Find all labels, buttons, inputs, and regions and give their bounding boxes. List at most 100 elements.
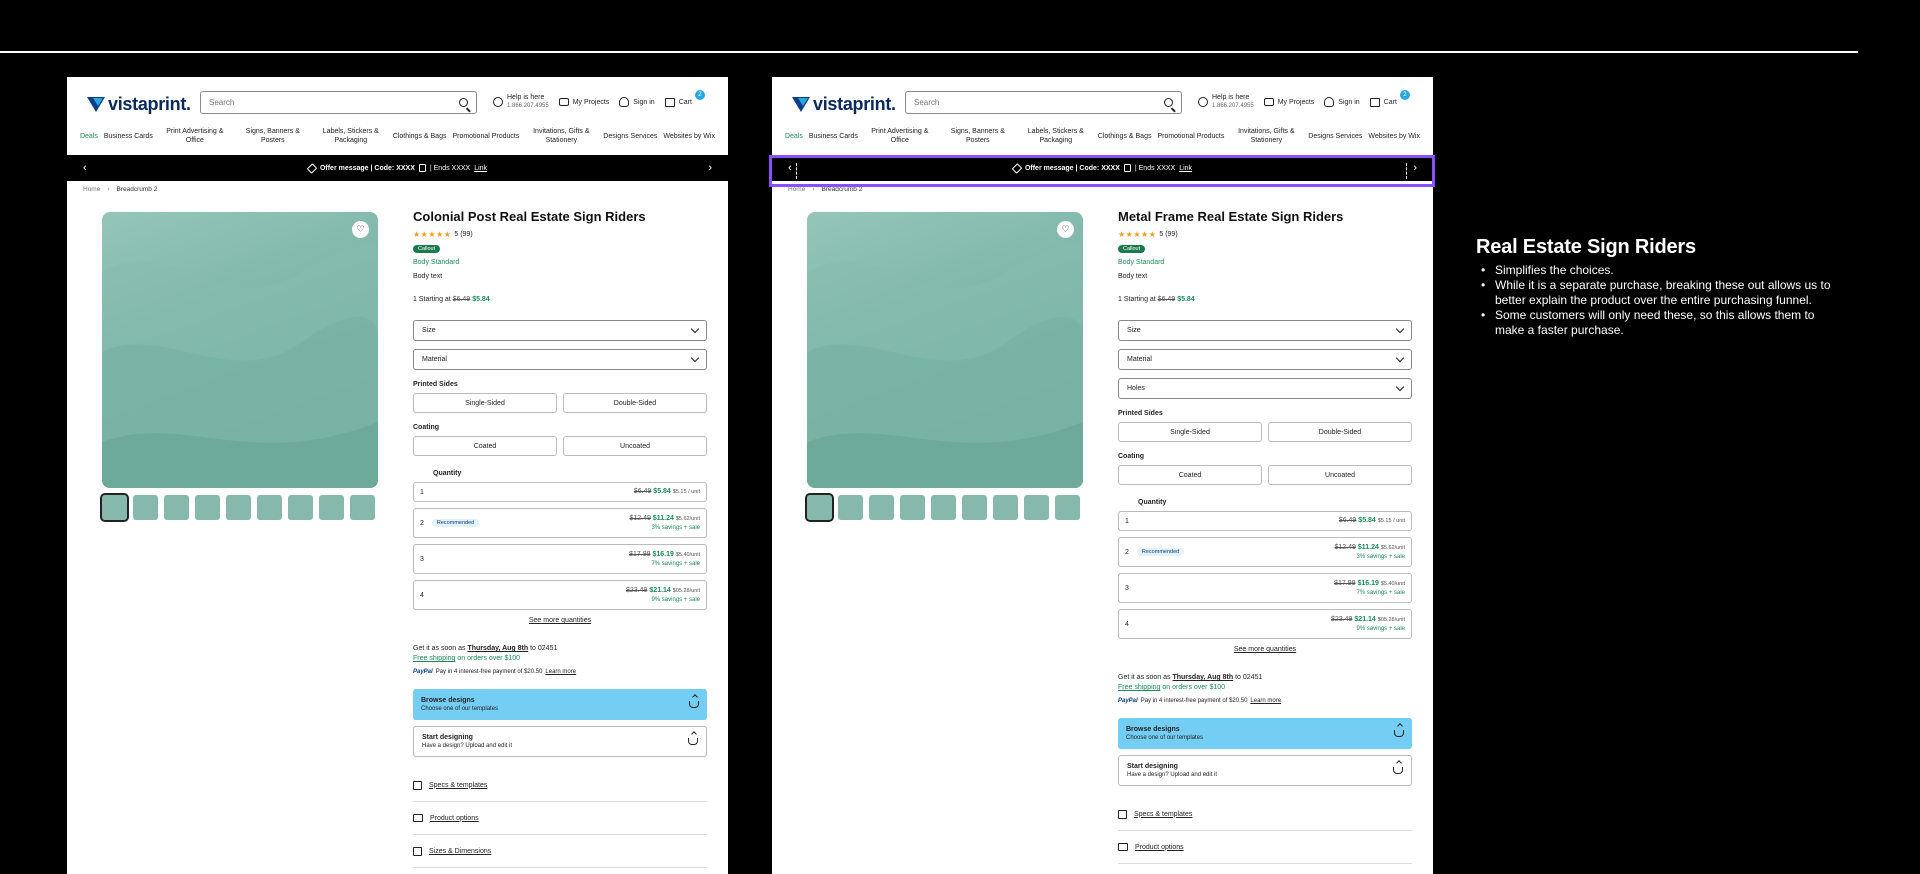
delivery-zip[interactable]: to 02451 <box>530 645 557 652</box>
size-select[interactable]: Size <box>1118 320 1412 341</box>
thumbnail[interactable] <box>931 495 956 520</box>
nav-item-labels-stickers-packaging[interactable]: Labels, Stickers & Packaging <box>1020 127 1092 145</box>
search-icon[interactable] <box>459 98 468 107</box>
nav-item-labels-stickers-packaging[interactable]: Labels, Stickers & Packaging <box>315 127 387 145</box>
search-input[interactable]: Search <box>200 91 477 114</box>
promo-prev-icon[interactable]: ‹ <box>788 163 792 174</box>
uncoated-button[interactable]: Uncoated <box>563 436 707 456</box>
delivery-date[interactable]: Thursday, Aug 8th <box>1172 674 1233 681</box>
favorite-heart-icon[interactable]: ♡ <box>352 221 369 238</box>
help-link[interactable]: Help is here 1.866.207.4955 <box>493 93 549 111</box>
thumbnail[interactable] <box>100 493 129 522</box>
rating[interactable]: ★★★★★ 5 (99) <box>1118 230 1412 239</box>
quantity-option[interactable]: 1 $6.49 $5.84 $5.15 / unit <box>1118 511 1412 531</box>
nav-item-clothings-bags[interactable]: Clothings & Bags <box>393 132 447 141</box>
breadcrumb-home[interactable]: Home <box>788 186 805 193</box>
material-select[interactable]: Material <box>1118 349 1412 370</box>
nav-item-signs-banners-posters[interactable]: Signs, Banners & Posters <box>942 127 1014 145</box>
thumbnail[interactable] <box>962 495 987 520</box>
nav-item-business-cards[interactable]: Business Cards <box>104 132 153 141</box>
nav-item-invitations-gifts-stationery[interactable]: Invitations, Gifts & Stationery <box>525 127 597 145</box>
learn-more-link[interactable]: Learn more <box>1250 698 1281 704</box>
start-designing-button[interactable]: Start designing Have a design? Upload an… <box>1118 755 1412 786</box>
sign-in-link[interactable]: Sign in <box>619 97 655 107</box>
quantity-option[interactable]: 1 $6.49 $5.84 $5.15 / unit <box>413 482 707 502</box>
nav-item-signs-banners-posters[interactable]: Signs, Banners & Posters <box>237 127 309 145</box>
copy-icon[interactable] <box>1123 164 1131 172</box>
see-more-quantities-link[interactable]: See more quantities <box>413 617 707 624</box>
quantity-option[interactable]: 2 Recommended $12.49 $11.24 $5.62/unit 3% s… <box>413 508 707 538</box>
nav-item-websites-by-wix[interactable]: Websites by Wix <box>663 132 715 141</box>
single-sided-button[interactable]: Single-Sided <box>413 393 557 413</box>
thumbnail[interactable] <box>133 495 158 520</box>
coated-button[interactable]: Coated <box>1118 465 1262 485</box>
single-sided-button[interactable]: Single-Sided <box>1118 422 1262 442</box>
nav-item-business-cards[interactable]: Business Cards <box>809 132 858 141</box>
cart-link[interactable]: Cart 2 <box>1369 90 1411 107</box>
coated-button[interactable]: Coated <box>413 436 557 456</box>
quantity-option[interactable]: 3 $17.99 $16.19 $5.40/unit 7% savings + sa… <box>1118 573 1412 603</box>
specs-templates-link[interactable]: Specs & templates <box>1118 798 1412 831</box>
my-projects-link[interactable]: My Projects <box>558 98 609 106</box>
free-shipping-link[interactable]: Free shipping <box>413 655 455 662</box>
thumbnail[interactable] <box>1024 495 1049 520</box>
material-select[interactable]: Material <box>413 349 707 370</box>
thumbnail[interactable] <box>805 493 834 522</box>
nav-item-designs-services[interactable]: Designs Services <box>1308 132 1362 141</box>
nav-item-print-advertising-office[interactable]: Print Advertising & Office <box>864 127 936 145</box>
search-icon[interactable] <box>1164 98 1173 107</box>
thumbnail[interactable] <box>993 495 1018 520</box>
sizes-dimensions-link[interactable]: Sizes & Dimensions <box>413 835 707 868</box>
thumbnail[interactable] <box>838 495 863 520</box>
double-sided-button[interactable]: Double-Sided <box>1268 422 1412 442</box>
specs-templates-link[interactable]: Specs & templates <box>413 769 707 802</box>
thumbnail[interactable] <box>195 495 220 520</box>
favorite-heart-icon[interactable]: ♡ <box>1057 221 1074 238</box>
nav-item-print-advertising-office[interactable]: Print Advertising & Office <box>159 127 231 145</box>
thumbnail[interactable] <box>900 495 925 520</box>
thumbnail[interactable] <box>869 495 894 520</box>
thumbnail[interactable] <box>226 495 251 520</box>
thumbnail[interactable] <box>1055 495 1080 520</box>
promo-link[interactable]: Link <box>474 165 487 172</box>
quantity-option[interactable]: 4 $23.49 $21.14 $05.28/unit 9% savings + s… <box>1118 609 1412 639</box>
thumbnail[interactable] <box>164 495 189 520</box>
start-designing-button[interactable]: Start designing Have a design? Upload an… <box>413 726 707 757</box>
nav-item-deals[interactable]: Deals <box>80 132 98 141</box>
promo-prev-icon[interactable]: ‹ <box>83 163 87 174</box>
nav-item-promotional-products[interactable]: Promotional Products <box>1157 132 1224 141</box>
breadcrumb-home[interactable]: Home <box>83 186 100 193</box>
nav-item-designs-services[interactable]: Designs Services <box>603 132 657 141</box>
product-options-link[interactable]: Product options <box>1118 831 1412 864</box>
sizes-dimensions-link[interactable]: Sizes & Dimensions <box>1118 864 1412 874</box>
nav-item-invitations-gifts-stationery[interactable]: Invitations, Gifts & Stationery <box>1230 127 1302 145</box>
promo-link[interactable]: Link <box>1179 165 1192 172</box>
holes-select[interactable]: Holes <box>1118 378 1412 399</box>
size-select[interactable]: Size <box>413 320 707 341</box>
thumbnail[interactable] <box>257 495 282 520</box>
product-image[interactable]: ♡ <box>102 212 378 488</box>
vistaprint-logo[interactable]: vistaprint. <box>792 93 896 115</box>
uncoated-button[interactable]: Uncoated <box>1268 465 1412 485</box>
nav-item-clothings-bags[interactable]: Clothings & Bags <box>1098 132 1152 141</box>
search-input[interactable]: Search <box>905 91 1182 114</box>
sign-in-link[interactable]: Sign in <box>1324 97 1360 107</box>
rating[interactable]: ★★★★★ 5 (99) <box>413 230 707 239</box>
nav-item-websites-by-wix[interactable]: Websites by Wix <box>1368 132 1420 141</box>
promo-next-icon[interactable]: › <box>708 163 712 174</box>
learn-more-link[interactable]: Learn more <box>545 669 576 675</box>
double-sided-button[interactable]: Double-Sided <box>563 393 707 413</box>
quantity-option[interactable]: 2 Recommended $12.49 $11.24 $5.62/unit 3% s… <box>1118 537 1412 567</box>
copy-icon[interactable] <box>418 164 426 172</box>
thumbnail[interactable] <box>288 495 313 520</box>
thumbnail[interactable] <box>350 495 375 520</box>
free-shipping-link[interactable]: Free shipping <box>1118 684 1160 691</box>
vistaprint-logo[interactable]: vistaprint. <box>87 93 191 115</box>
delivery-date[interactable]: Thursday, Aug 8th <box>467 645 528 652</box>
thumbnail[interactable] <box>319 495 344 520</box>
delivery-zip[interactable]: to 02451 <box>1235 674 1262 681</box>
quantity-option[interactable]: 3 $17.99 $16.19 $5.40/unit 7% savings + sa… <box>413 544 707 574</box>
browse-designs-button[interactable]: Browse designs Choose one of our templat… <box>1118 718 1412 749</box>
nav-item-deals[interactable]: Deals <box>785 132 803 141</box>
nav-item-promotional-products[interactable]: Promotional Products <box>452 132 519 141</box>
